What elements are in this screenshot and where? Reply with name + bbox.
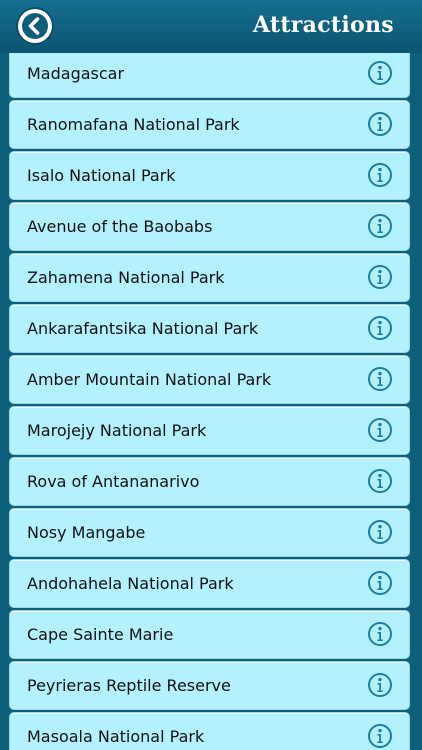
list-item-label: Cape Sainte Marie [27,625,174,644]
list-item-label: Andohahela National Park [27,574,234,593]
info-icon[interactable] [367,519,393,545]
list-item[interactable]: Nosy Mangabe [9,508,410,557]
page-title: Attractions [252,12,394,38]
info-icon[interactable] [367,162,393,188]
info-icon[interactable] [367,213,393,239]
list-item-label: Rova of Antananarivo [27,472,200,491]
info-icon[interactable] [367,315,393,341]
attractions-list[interactable]: Madagascar Ranomafana National Park Isalo … [0,53,422,750]
info-icon[interactable] [367,417,393,443]
back-arrow-icon [22,13,48,39]
list-item-label: Nosy Mangabe [27,523,146,542]
info-icon[interactable] [367,723,393,749]
info-icon[interactable] [367,468,393,494]
info-icon[interactable] [367,111,393,137]
info-icon[interactable] [367,60,393,86]
top-bar: Attractions [0,0,422,54]
list-item[interactable]: Andohahela National Park [9,559,410,608]
list-item[interactable]: Amber Mountain National Park [9,355,410,404]
list-item[interactable]: Ankarafantsika National Park [9,304,410,353]
list-item[interactable]: Isalo National Park [9,151,410,200]
list-item[interactable]: Zahamena National Park [9,253,410,302]
list-item-label: Zahamena National Park [27,268,225,287]
info-icon[interactable] [367,672,393,698]
list-item-label: Amber Mountain National Park [27,370,272,389]
list-item[interactable]: Madagascar [9,53,410,98]
list-item[interactable]: Masoala National Park [9,712,410,750]
info-icon[interactable] [367,366,393,392]
list-item-label: Isalo National Park [27,166,176,185]
info-icon[interactable] [367,264,393,290]
list-item-label: Ranomafana National Park [27,115,240,134]
list-item-label: Ankarafantsika National Park [27,319,259,338]
list-item-label: Marojejy National Park [27,421,207,440]
back-button[interactable] [18,9,52,43]
list-item[interactable]: Cape Sainte Marie [9,610,410,659]
list-item-label: Avenue of the Baobabs [27,217,213,236]
list-item[interactable]: Marojejy National Park [9,406,410,455]
list-item[interactable]: Peyrieras Reptile Reserve [9,661,410,710]
list-item-label: Madagascar [27,64,125,83]
info-icon[interactable] [367,621,393,647]
list-item-label: Peyrieras Reptile Reserve [27,676,231,695]
list-item-label: Masoala National Park [27,727,205,746]
list-item[interactable]: Ranomafana National Park [9,100,410,149]
info-icon[interactable] [367,570,393,596]
list-item[interactable]: Avenue of the Baobabs [9,202,410,251]
list-item[interactable]: Rova of Antananarivo [9,457,410,506]
